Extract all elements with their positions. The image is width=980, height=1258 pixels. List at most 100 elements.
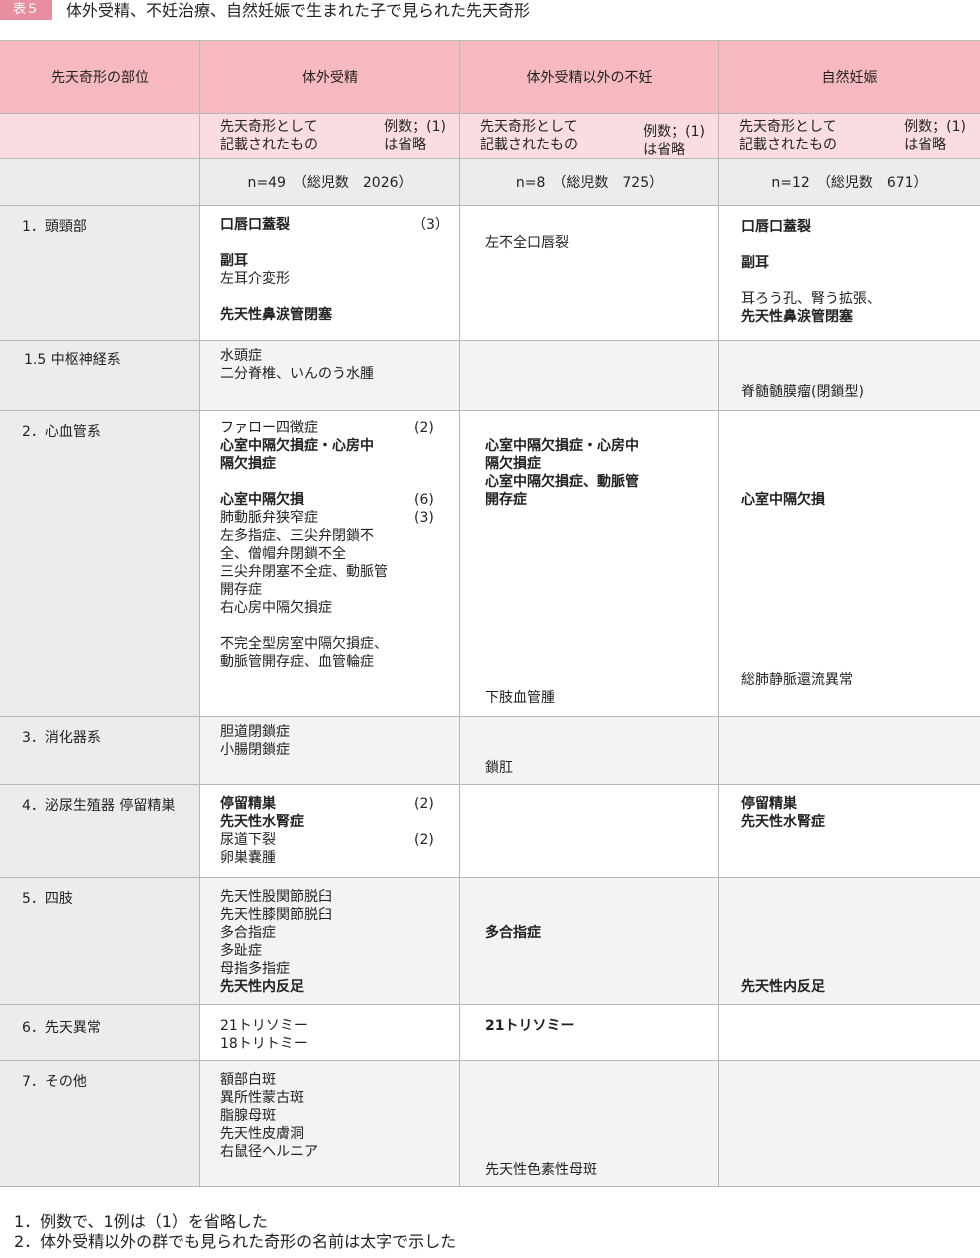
category-cell: 1．頭頸部 (0, 206, 200, 340)
malformation-item: 肺動脈弁狭窄症 (220, 510, 318, 526)
malformation-item: 隔欠損症 (220, 456, 276, 472)
non-ivf-cell: 鎖肛 (459, 717, 719, 784)
malformation-item: 多合指症 (220, 925, 276, 941)
natural-cell: 脊髄髄膜瘤(閉鎖型) (718, 341, 980, 410)
subheader-label: 先天奇形として 記載されたもの (220, 119, 318, 153)
subheader-natural: 先天奇形として 記載されたもの 例数；(1) は省略 (718, 114, 980, 158)
case-count: (2) (414, 420, 434, 436)
natural-cell (718, 1005, 980, 1060)
malformation-item: 左不全口唇裂 (485, 235, 569, 251)
non-ivf-cell: 多合指症 (459, 878, 719, 1004)
table-row: 1．頭頸部 口唇口蓋裂 （3） 副耳 左耳介変形 先天性鼻涙管閉塞 左不全口唇裂… (0, 206, 980, 341)
non-ivf-cell (459, 341, 719, 410)
table-row: 6．先天異常 21トリソミー 18トリトミー 21トリソミー (0, 1005, 980, 1061)
table-row: 5．四肢 先天性股関節脱臼 先天性膝関節脱臼 多合指症 多趾症 母指多指症 先天… (0, 878, 980, 1005)
ivf-cell: ファロー四徴症 (2) 心室中隔欠損症・心房中 隔欠損症 心室中隔欠損 (6) … (199, 411, 460, 716)
table-caption: 表５ 体外受精、不妊治療、自然妊娠で生まれた子で見られた先天奇形 (0, 0, 980, 28)
malformation-item: 先天性膝関節脱臼 (220, 907, 332, 923)
table-row: 4．泌尿生殖器 停留精巣 停留精巣 (2) 先天性水腎症 尿道下裂 (2) 卵巣… (0, 785, 980, 878)
column-header-non-ivf: 体外受精以外の不妊 (459, 41, 719, 113)
count-ivf: n=49 （総児数 2026） (199, 159, 460, 205)
ivf-cell: 21トリソミー 18トリトミー (199, 1005, 460, 1060)
ivf-cell: 口唇口蓋裂 （3） 副耳 左耳介変形 先天性鼻涙管閉塞 (199, 206, 460, 340)
ivf-cell: 先天性股関節脱臼 先天性膝関節脱臼 多合指症 多趾症 母指多指症 先天性内反足 (199, 878, 460, 1004)
malformation-item: 口唇口蓋裂 (220, 217, 290, 233)
malformation-item: 先天性水腎症 (741, 814, 825, 830)
table-row: 1.5 中枢神経系 水頭症 二分脊椎、いんのう水腫 脊髄髄膜瘤(閉鎖型) (0, 341, 980, 411)
malformation-item: 先天性股関節脱臼 (220, 889, 332, 905)
case-count: (3) (414, 510, 434, 526)
ivf-cell: 水頭症 二分脊椎、いんのう水腫 (199, 341, 460, 410)
natural-cell: 心室中隔欠損 総肺静脈還流異常 (718, 411, 980, 716)
natural-cell: 先天性内反足 (718, 878, 980, 1004)
category-label: 1．頭頸部 (22, 219, 87, 235)
malformation-item: 先天性内反足 (220, 979, 304, 995)
malformation-item: 開存症 (220, 582, 262, 598)
subheader-non-ivf: 先天奇形として 記載されたもの 例数；(1) は省略 (459, 114, 719, 158)
ivf-cell: 胆道閉鎖症 小腸閉鎖症 (199, 717, 460, 784)
table-row: 7．その他 額部白斑 異所性蒙古斑 脂腺母斑 先天性皮膚洞 右鼠径ヘルニア 先天… (0, 1061, 980, 1187)
category-label: 7．その他 (22, 1074, 87, 1090)
malformation-item: 左多指症、三尖弁閉鎖不 (220, 528, 374, 544)
malformation-item: 全、僧帽弁閉鎖不全 (220, 546, 346, 562)
subheader-row: 先天奇形として 記載されたもの 例数；(1) は省略 先天奇形として 記載されたもの … (0, 114, 980, 159)
column-header-site: 先天奇形の部位 (51, 70, 149, 86)
malformation-item: 脊髄髄膜瘤(閉鎖型) (741, 384, 864, 400)
table-number-badge: 表５ (0, 0, 52, 20)
subheader-label: 先天奇形として 記載されたもの (480, 119, 578, 153)
malformation-item: 右心房中隔欠損症 (220, 600, 332, 616)
malformation-item: 異所性蒙古斑 (220, 1090, 304, 1106)
count-row: n=49 （総児数 2026） n=8 （総児数 725） n=12 （総児数 … (0, 159, 980, 206)
category-cell: 6．先天異常 (0, 1005, 200, 1060)
table-title: 体外受精、不妊治療、自然妊娠で生まれた子で見られた先天奇形 (66, 1, 531, 20)
count-non-ivf: n=8 （総児数 725） (459, 159, 719, 205)
malformation-item: 副耳 (220, 253, 248, 269)
category-label: 2．心血管系 (22, 424, 101, 440)
column-header-row: 先天奇形の部位 体外受精 体外受精以外の不妊 自然妊娠 (0, 40, 980, 114)
column-header-natural: 自然妊娠 (718, 41, 980, 113)
malformation-item: 開存症 (485, 492, 527, 508)
table-row: 3．消化器系 胆道閉鎖症 小腸閉鎖症 鎖肛 (0, 717, 980, 785)
malformation-item: 小腸閉鎖症 (220, 742, 290, 758)
malformation-item: 隔欠損症 (485, 456, 541, 472)
malformation-item: 先天性皮膚洞 (220, 1126, 304, 1142)
malformation-item: 不完全型房室中隔欠損症、 (220, 636, 388, 652)
malformation-item: 三尖弁閉塞不全症、動脈管 (220, 564, 388, 580)
count-empty (0, 159, 200, 205)
category-cell: 1.5 中枢神経系 (0, 341, 200, 410)
category-label: 4．泌尿生殖器 停留精巣 (22, 798, 176, 814)
malformation-item: 先天性鼻涙管閉塞 (741, 309, 853, 325)
subheader-count-note: 例数；(1) は省略 (904, 119, 966, 153)
category-cell: 4．泌尿生殖器 停留精巣 (0, 785, 200, 877)
category-cell: 3．消化器系 (0, 717, 200, 784)
malformation-item: 水頭症 (220, 348, 262, 364)
malformation-item: 心室中隔欠損 (741, 492, 825, 508)
malformation-item: 21トリソミー (485, 1018, 575, 1034)
malformation-item: 額部白斑 (220, 1072, 276, 1088)
malformation-item: 脂腺母斑 (220, 1108, 276, 1124)
column-header-ivf: 体外受精 (199, 41, 460, 113)
malformation-item: 胆道閉鎖症 (220, 724, 290, 740)
category-label: 3．消化器系 (22, 730, 101, 746)
malformation-item: 18トリトミー (220, 1036, 308, 1052)
malformation-item: 副耳 (741, 255, 769, 271)
category-cell: 2．心血管系 (0, 411, 200, 716)
malformation-item: 先天性水腎症 (220, 814, 304, 830)
malformation-item: 二分脊椎、いんのう水腫 (220, 366, 374, 382)
malformation-item: 多趾症 (220, 943, 262, 959)
table-footnotes: 1．例数で、1例は（1）を省略した 2．体外受精以外の群でも見られた奇形の名前は… (14, 1212, 456, 1252)
natural-cell (718, 717, 980, 784)
non-ivf-cell: 心室中隔欠損症・心房中 隔欠損症 心室中隔欠損症、動脈管 開存症 下肢血管腫 (459, 411, 719, 716)
subheader-count-note: 例数；(1) は省略 (643, 124, 705, 158)
table-row: 2．心血管系 ファロー四徴症 (2) 心室中隔欠損症・心房中 隔欠損症 心室中隔… (0, 411, 980, 717)
malformation-item: 下肢血管腫 (485, 690, 555, 706)
malformation-item: 口唇口蓋裂 (741, 219, 811, 235)
malformation-item: 動脈管開存症、血管輪症 (220, 654, 374, 670)
malformation-item: 先天性内反足 (741, 979, 825, 995)
malformation-item: 母指多指症 (220, 961, 290, 977)
non-ivf-cell: 左不全口唇裂 (459, 206, 719, 340)
non-ivf-cell (459, 785, 719, 877)
malformation-item: 鎖肛 (485, 760, 513, 776)
malformation-item: 停留精巣 (741, 796, 797, 812)
malformation-item: 卵巣嚢腫 (220, 850, 276, 866)
